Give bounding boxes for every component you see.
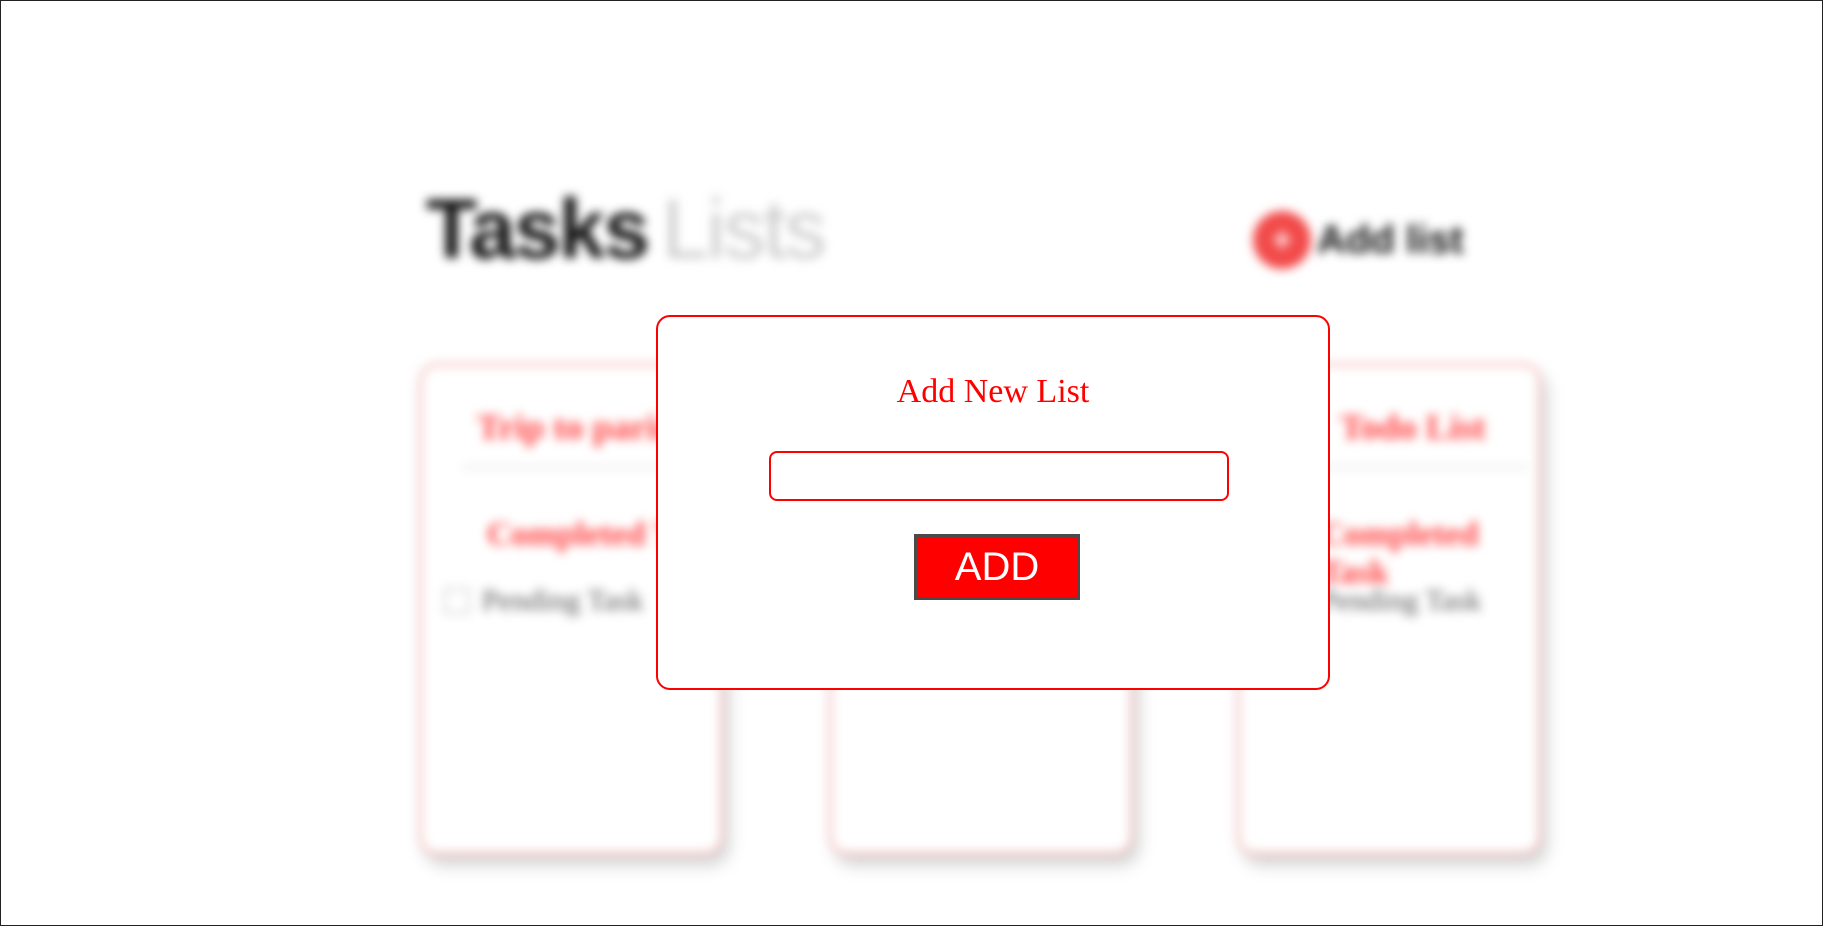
add-list-label: Add list: [1317, 217, 1464, 262]
plus-icon: +: [1253, 211, 1311, 269]
task-label: Pending Task: [1320, 584, 1482, 617]
completed-task-label: Completed Task: [1320, 516, 1479, 591]
task-checkbox[interactable]: [444, 588, 470, 614]
completed-task-label: Completed T: [487, 516, 677, 553]
modal-title: Add New List: [896, 373, 1090, 410]
list-title: Todo List: [1340, 407, 1486, 447]
page-title-light: Lists: [661, 182, 827, 276]
task-item[interactable]: Pending Task: [1320, 584, 1482, 618]
add-button[interactable]: ADD: [914, 534, 1080, 600]
task-label: Pending Task: [482, 584, 644, 617]
list-name-input[interactable]: [769, 451, 1229, 501]
task-item[interactable]: Pending Task: [444, 584, 644, 618]
app-window: Tasks Lists + Add list Trip to paris Comp…: [0, 0, 1823, 926]
page-title-bold: Tasks: [426, 182, 650, 276]
add-list-modal: Add New List ADD: [656, 315, 1330, 690]
add-list-button[interactable]: + Add list: [1253, 211, 1464, 269]
page-title: Tasks Lists: [426, 181, 827, 278]
list-title: Trip to paris: [477, 407, 671, 447]
